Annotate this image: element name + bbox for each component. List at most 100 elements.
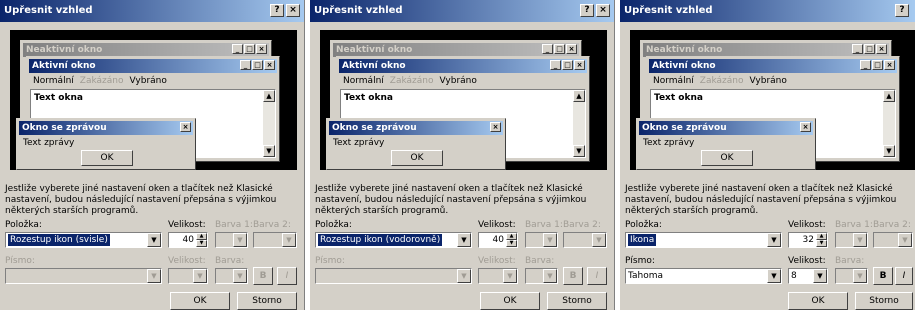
size-stepper[interactable]: 40 ▲ ▼ [168,232,208,248]
chevron-down-icon[interactable]: ▼ [767,233,781,247]
size-spin-icon[interactable]: ▲ ▼ [506,233,517,247]
menu-disabled[interactable]: Zakázáno [700,76,744,86]
help-button[interactable]: ? [270,4,284,17]
close-button[interactable]: × [596,4,610,17]
font-select[interactable]: Tahoma ▼ [625,268,782,284]
color2-picker[interactable]: ▼ [563,232,607,248]
cancel-button[interactable]: Storno [237,292,297,310]
maximize-icon: □ [864,44,875,54]
italic-button[interactable]: I [587,267,607,285]
message-box-preview[interactable]: Okno se zprávou × Text zprávy OK [636,118,816,170]
chevron-down-icon[interactable]: ▼ [853,269,867,283]
font-select[interactable]: ▼ [315,268,472,284]
dialog-title-bar[interactable]: Upřesnit vzhled ? × [0,0,304,22]
font-size-select[interactable]: ▼ [478,268,518,284]
font-color-picker[interactable]: ▼ [525,268,558,284]
ok-button[interactable]: OK [170,292,230,310]
maximize-icon: □ [554,44,565,54]
bold-button[interactable]: B [253,267,273,285]
bold-button[interactable]: B [563,267,583,285]
chevron-down-icon[interactable]: ▼ [147,233,161,247]
message-box-preview[interactable]: Okno se zprávou × Text zprávy OK [326,118,506,170]
size-spin-icon[interactable]: ▲ ▼ [196,233,207,247]
message-ok-button[interactable]: OK [701,150,753,166]
help-button[interactable]: ? [895,4,909,17]
chevron-down-icon[interactable]: ▼ [543,269,557,283]
chevron-down-icon[interactable]: ▼ [898,233,912,247]
scroll-up-icon[interactable]: ▲ [883,90,895,102]
help-button[interactable]: ? [580,4,594,17]
menu-disabled[interactable]: Zakázáno [80,76,124,86]
chevron-down-icon[interactable]: ▼ [813,269,827,283]
chevron-down-icon[interactable]: ▼ [503,269,517,283]
close-icon: × [566,44,577,54]
dialog-title-bar[interactable]: Upřesnit vzhled ? × [310,0,614,22]
close-icon: × [256,44,267,54]
chevron-down-icon[interactable]: ▼ [457,233,471,247]
menu-selected[interactable]: Vybráno [439,76,476,86]
scroll-down-icon[interactable]: ▼ [573,145,585,157]
scrollbar[interactable]: ▲ ▼ [573,90,585,157]
cancel-button[interactable]: Storno [855,292,913,310]
menu-normal[interactable]: Normální [343,76,384,86]
scroll-down-icon[interactable]: ▼ [263,145,275,157]
scroll-up-icon[interactable]: ▲ [263,90,275,102]
scroll-up-icon[interactable]: ▲ [573,90,585,102]
size-stepper[interactable]: 32 ▲ ▼ [788,232,828,248]
size-stepper[interactable]: 40 ▲ ▼ [478,232,518,248]
advanced-appearance-dialog: Upřesnit vzhled ? Neaktivní okno _ □ × Akt… [620,0,915,310]
scrollbar[interactable]: ▲ ▼ [883,90,895,157]
color1-picker[interactable]: ▼ [525,232,558,248]
chevron-down-icon[interactable]: ▼ [147,269,161,283]
close-icon: × [574,60,585,70]
font-color-picker[interactable]: ▼ [835,268,868,284]
color1-picker[interactable]: ▼ [215,232,248,248]
message-ok-button[interactable]: OK [81,150,133,166]
chevron-down-icon[interactable]: ▼ [233,233,247,247]
ok-button[interactable]: OK [788,292,848,310]
close-icon: × [490,122,501,132]
scrollbar[interactable]: ▲ ▼ [263,90,275,157]
italic-button[interactable]: I [895,267,913,285]
menu-selected[interactable]: Vybráno [749,76,786,86]
color1-picker[interactable]: ▼ [835,232,868,248]
dialog-title-bar[interactable]: Upřesnit vzhled ? [620,0,915,22]
font-size-select[interactable]: ▼ [168,268,208,284]
menu-normal[interactable]: Normální [33,76,74,86]
appearance-preview[interactable]: Neaktivní okno _ □ × Aktivní okno _ □ × Norm… [630,30,915,170]
chevron-down-icon[interactable]: ▼ [543,233,557,247]
color2-picker[interactable]: ▼ [873,232,913,248]
close-button[interactable]: × [286,4,300,17]
scroll-down-icon[interactable]: ▼ [883,145,895,157]
chevron-down-icon[interactable]: ▼ [853,233,867,247]
menu-selected[interactable]: Vybráno [129,76,166,86]
window-text: Text okna [654,93,703,103]
ok-button[interactable]: OK [480,292,540,310]
menu-normal[interactable]: Normální [653,76,694,86]
message-ok-button[interactable]: OK [391,150,443,166]
appearance-preview[interactable]: Neaktivní okno _ □ × Aktivní okno _ □ × Norm… [320,30,607,170]
inactive-window-title: Neaktivní okno [26,45,103,55]
item-select[interactable]: Ikona ▼ [625,232,782,248]
appearance-preview[interactable]: Neaktivní okno _ □ × Aktivní okno _ □ × Norm… [10,30,297,170]
italic-button[interactable]: I [277,267,297,285]
minimize-icon: _ [550,60,561,70]
item-select[interactable]: Rozestup ikon (vodorovně) ▼ [315,232,472,248]
chevron-down-icon[interactable]: ▼ [233,269,247,283]
size-spin-icon[interactable]: ▲ ▼ [816,233,827,247]
chevron-down-icon[interactable]: ▼ [457,269,471,283]
menu-disabled[interactable]: Zakázáno [390,76,434,86]
chevron-down-icon[interactable]: ▼ [767,269,781,283]
font-select[interactable]: ▼ [5,268,162,284]
color2-picker[interactable]: ▼ [253,232,297,248]
item-select[interactable]: Rozestup ikon (svisle) ▼ [5,232,162,248]
chevron-down-icon[interactable]: ▼ [282,233,296,247]
size-label: Velikost: [788,220,826,230]
bold-button[interactable]: B [873,267,893,285]
chevron-down-icon[interactable]: ▼ [592,233,606,247]
cancel-button[interactable]: Storno [547,292,607,310]
message-box-preview[interactable]: Okno se zprávou × Text zprávy OK [16,118,196,170]
font-size-select[interactable]: 8 ▼ [788,268,828,284]
chevron-down-icon[interactable]: ▼ [193,269,207,283]
font-color-picker[interactable]: ▼ [215,268,248,284]
